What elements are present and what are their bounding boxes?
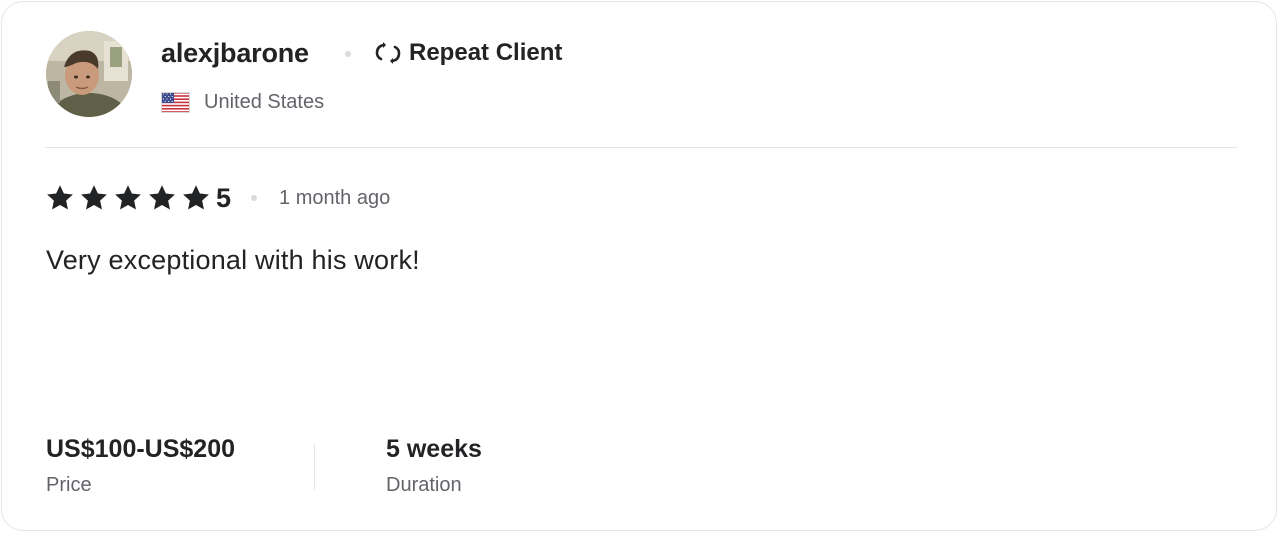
duration-stat: 5 weeks Duration bbox=[386, 432, 482, 502]
star-icon bbox=[149, 185, 175, 210]
star-icon bbox=[47, 185, 73, 210]
repeat-icon bbox=[375, 42, 401, 64]
repeat-client-badge: Repeat Client bbox=[373, 36, 562, 70]
separator-dot bbox=[251, 195, 258, 201]
duration-value: 5 weeks bbox=[386, 435, 482, 463]
avatar-image bbox=[46, 31, 132, 117]
duration-label: Duration bbox=[386, 474, 462, 496]
rating-value: 5 bbox=[216, 183, 232, 213]
header-divider bbox=[45, 147, 1237, 148]
stat-divider bbox=[314, 444, 315, 490]
country-label: United States bbox=[204, 91, 325, 113]
rating-row: 5 1 month ago bbox=[45, 182, 390, 214]
review-card: alexjbarone Repeat Client United States … bbox=[1, 1, 1277, 531]
review-time: 1 month ago bbox=[279, 187, 391, 209]
star-icon bbox=[115, 185, 141, 210]
star-rating bbox=[45, 183, 211, 213]
price-value: US$100-US$200 bbox=[46, 435, 236, 463]
price-label: Price bbox=[46, 474, 92, 496]
review-text: Very exceptional with his work! bbox=[46, 245, 420, 275]
star-icon bbox=[81, 185, 107, 210]
reviewer-country: United States bbox=[161, 88, 324, 116]
price-stat: US$100-US$200 Price bbox=[46, 432, 235, 502]
us-flag-icon bbox=[161, 91, 190, 113]
star-icon bbox=[183, 185, 209, 210]
repeat-client-label: Repeat Client bbox=[409, 39, 563, 66]
separator-dot bbox=[345, 51, 351, 57]
avatar[interactable] bbox=[46, 31, 132, 117]
reviewer-username[interactable]: alexjbarone bbox=[161, 36, 309, 70]
